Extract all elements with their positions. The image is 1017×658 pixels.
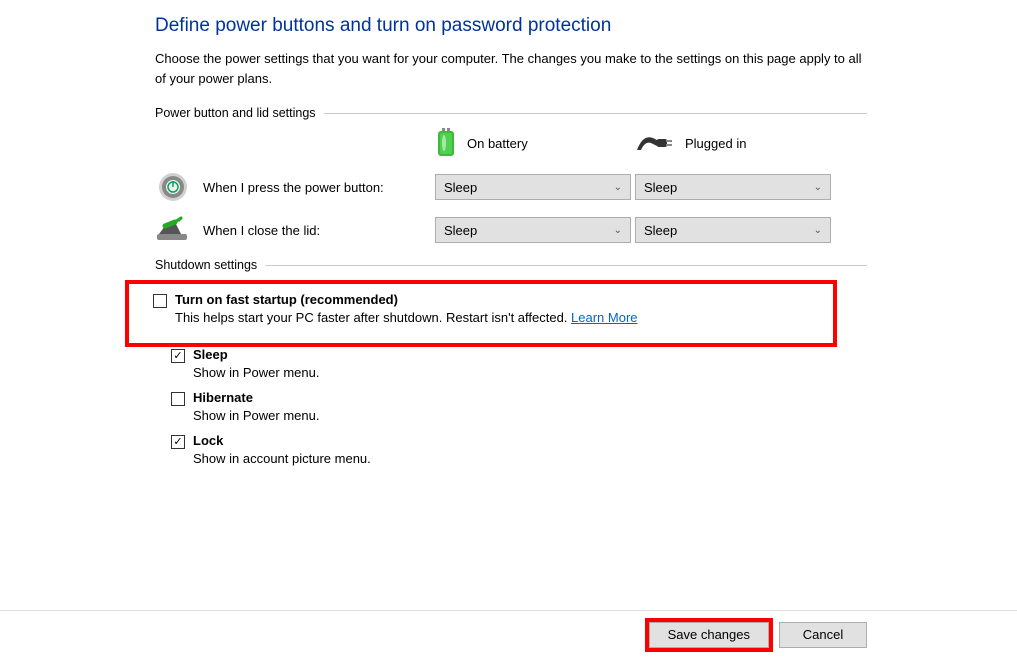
sleep-label: Sleep [193, 347, 228, 362]
dropdown-value: Sleep [644, 223, 677, 238]
section-shutdown-header: Shutdown settings [155, 258, 867, 272]
close-lid-plugged-dropdown[interactable]: Sleep ⌄ [635, 217, 831, 243]
chevron-down-icon: ⌄ [614, 225, 622, 236]
column-on-battery-label: On battery [467, 136, 528, 151]
hibernate-checkbox[interactable] [171, 392, 185, 406]
power-button-plugged-dropdown[interactable]: Sleep ⌄ [635, 174, 831, 200]
power-button-label: When I press the power button: [203, 180, 384, 195]
battery-icon [435, 128, 457, 158]
section-power-button-label: Power button and lid settings [155, 106, 316, 120]
cancel-button[interactable]: Cancel [779, 622, 867, 648]
lock-checkbox[interactable] [171, 435, 185, 449]
sleep-desc: Show in Power menu. [193, 365, 867, 380]
close-lid-battery-dropdown[interactable]: Sleep ⌄ [435, 217, 631, 243]
divider [324, 113, 867, 114]
column-plugged-in-label: Plugged in [685, 136, 746, 151]
chevron-down-icon: ⌄ [814, 182, 822, 193]
section-shutdown-label: Shutdown settings [155, 258, 257, 272]
page-subtitle: Choose the power settings that you want … [155, 49, 867, 88]
footer: Save changes Cancel [0, 610, 1017, 658]
fast-startup-desc: This helps start your PC faster after sh… [175, 310, 825, 325]
fast-startup-highlight: Turn on fast startup (recommended) This … [125, 280, 837, 347]
divider [265, 265, 867, 266]
chevron-down-icon: ⌄ [614, 182, 622, 193]
lock-label: Lock [193, 433, 223, 448]
close-lid-label: When I close the lid: [203, 223, 320, 238]
plug-icon [635, 132, 675, 154]
lock-desc: Show in account picture menu. [193, 451, 867, 466]
column-on-battery: On battery [435, 128, 635, 158]
hibernate-desc: Show in Power menu. [193, 408, 867, 423]
dropdown-value: Sleep [444, 223, 477, 238]
page-title: Define power buttons and turn on passwor… [155, 15, 867, 37]
fast-startup-checkbox[interactable] [153, 294, 167, 308]
learn-more-link[interactable]: Learn More [571, 310, 637, 325]
save-changes-button[interactable]: Save changes [649, 622, 769, 648]
fast-startup-label: Turn on fast startup (recommended) [175, 292, 398, 307]
dropdown-value: Sleep [644, 180, 677, 195]
hibernate-label: Hibernate [193, 390, 253, 405]
power-button-icon [158, 172, 188, 202]
laptop-lid-icon [155, 216, 191, 244]
section-power-button-header: Power button and lid settings [155, 106, 867, 120]
sleep-checkbox[interactable] [171, 349, 185, 363]
power-button-battery-dropdown[interactable]: Sleep ⌄ [435, 174, 631, 200]
chevron-down-icon: ⌄ [814, 225, 822, 236]
dropdown-value: Sleep [444, 180, 477, 195]
column-plugged-in: Plugged in [635, 132, 835, 154]
